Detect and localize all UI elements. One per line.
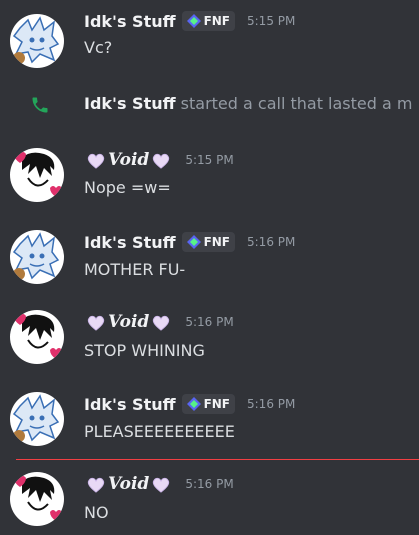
white-heart-icon [87, 477, 105, 493]
tag-label: FNF [203, 235, 230, 249]
system-username[interactable]: Idk's Stuff [84, 94, 176, 113]
message-text: MOTHER FU- [84, 260, 186, 279]
avatar-void[interactable] [10, 472, 64, 526]
timestamp: 5:16 PM [247, 235, 296, 249]
username[interactable]: Idk's Stuff [84, 395, 176, 414]
timestamp: 5:15 PM [185, 153, 234, 167]
timestamp: 5:16 PM [185, 315, 234, 329]
username[interactable]: Idk's Stuff [84, 233, 176, 252]
white-heart-icon [87, 315, 105, 331]
message-text: Nope =w= [84, 178, 171, 197]
avatar-void[interactable] [10, 148, 64, 202]
timestamp: 5:16 PM [185, 477, 234, 491]
avatar-idks-stuff[interactable] [10, 230, 64, 284]
system-text: started a call that lasted a m [175, 94, 413, 113]
message-header: Void 5:15 PM [84, 150, 234, 170]
username[interactable]: Void [84, 150, 173, 170]
white-heart-icon [87, 153, 105, 169]
message-header: Void 5:16 PM [84, 312, 234, 332]
username[interactable]: Void [84, 312, 173, 332]
username[interactable]: Void [84, 474, 173, 494]
diamond-tag-icon [186, 397, 201, 411]
message-header: Idk's Stuff FNF 5:15 PM [84, 11, 295, 31]
timestamp: 5:16 PM [247, 397, 296, 411]
message-header: Idk's Stuff FNF 5:16 PM [84, 394, 295, 414]
message-text: Vc? [84, 38, 113, 57]
message-text: STOP WHINING [84, 341, 205, 360]
white-heart-icon [153, 315, 170, 331]
diamond-tag-icon [186, 14, 201, 28]
white-heart-icon [153, 153, 170, 169]
idk-avatar-icon [10, 392, 64, 446]
username[interactable]: Idk's Stuff [84, 12, 176, 31]
server-tag[interactable]: FNF [181, 232, 235, 252]
phone-icon [32, 97, 48, 113]
username-text: Void [108, 312, 150, 332]
void-avatar-icon [10, 310, 64, 364]
message-text: PLEASEEEEEEEEEE [84, 422, 235, 441]
new-messages-divider [16, 459, 419, 460]
tag-label: FNF [203, 14, 230, 28]
username-text: Void [108, 150, 150, 170]
avatar-void[interactable] [10, 310, 64, 364]
message-header: Idk's Stuff FNF 5:16 PM [84, 232, 295, 252]
message-header: Void 5:16 PM [84, 474, 234, 494]
message-text: NO [84, 503, 109, 522]
void-avatar-icon [10, 472, 64, 526]
avatar-idks-stuff[interactable] [10, 392, 64, 446]
diamond-tag-icon [186, 235, 201, 249]
server-tag[interactable]: FNF [181, 394, 235, 414]
avatar-idks-stuff[interactable] [10, 14, 64, 68]
idk-avatar-icon [10, 14, 64, 68]
username-text: Void [108, 474, 150, 494]
tag-label: FNF [203, 397, 230, 411]
white-heart-icon [153, 477, 170, 493]
idk-avatar-icon [10, 230, 64, 284]
void-avatar-icon [10, 148, 64, 202]
timestamp: 5:15 PM [247, 14, 296, 28]
server-tag[interactable]: FNF [181, 11, 235, 31]
